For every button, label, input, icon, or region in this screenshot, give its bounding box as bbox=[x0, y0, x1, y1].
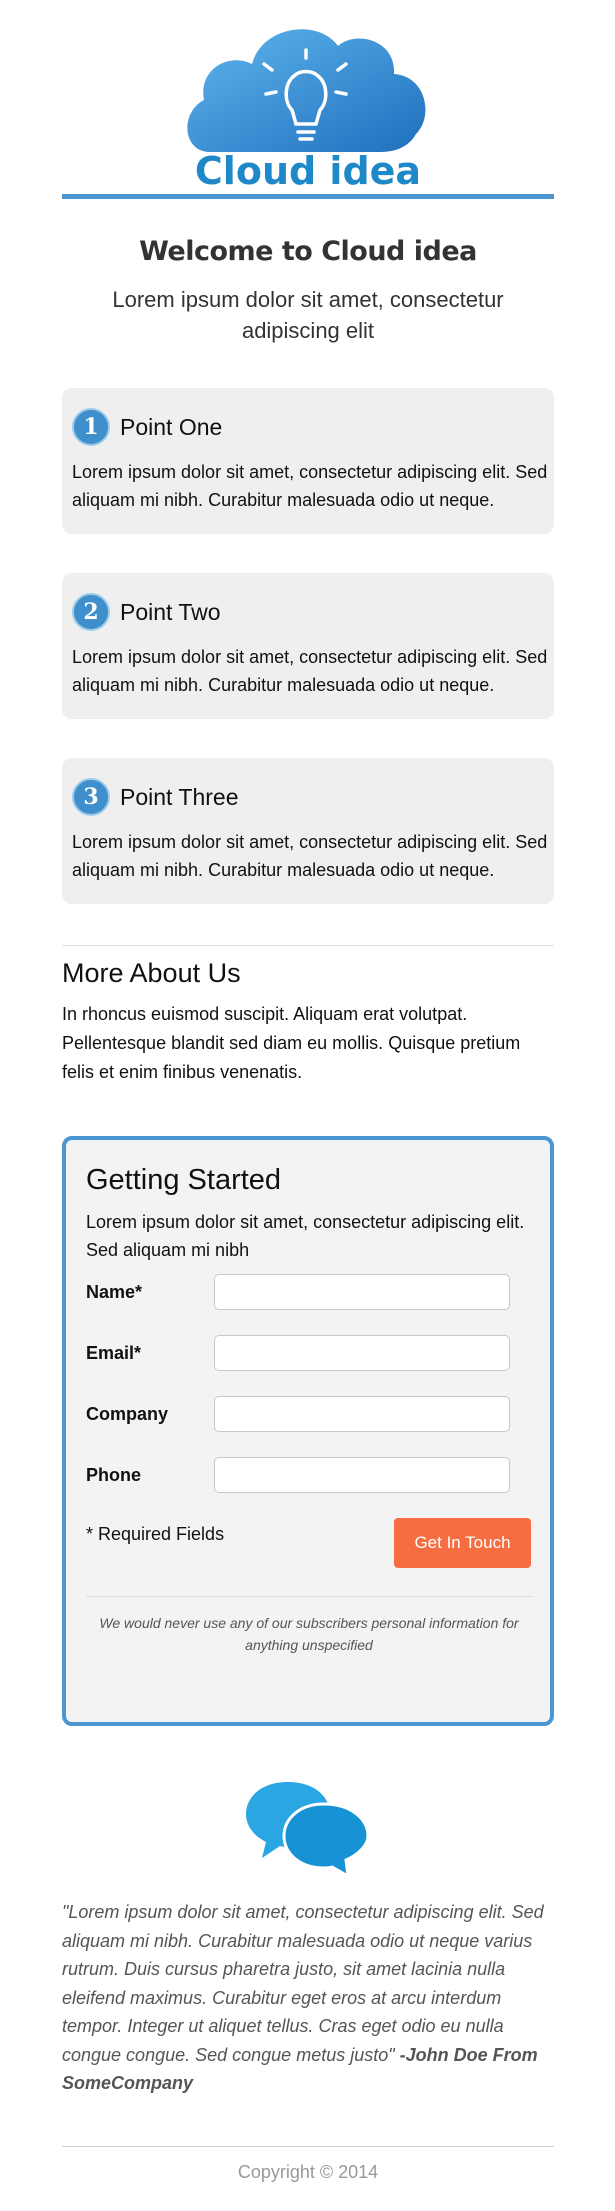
form-title: Getting Started bbox=[86, 1164, 282, 1196]
testimonial-quote: "Lorem ipsum dolor sit amet, consectetur… bbox=[62, 1898, 554, 2098]
about-body: In rhoncus euismod suscipit. Aliquam era… bbox=[62, 1004, 521, 1082]
page: Cloud idea Welcome to Cloud idea Lorem i… bbox=[0, 0, 615, 2211]
footer-divider bbox=[62, 2146, 554, 2147]
email-field[interactable] bbox=[214, 1335, 510, 1371]
chat-bubbles-icon bbox=[246, 1782, 370, 1876]
section-divider bbox=[62, 945, 554, 946]
name-label: Name* bbox=[86, 1282, 143, 1302]
point-card-three: 3 Point Three Lorem ipsum dolor sit amet… bbox=[62, 758, 554, 904]
number-three-icon: 3 bbox=[72, 778, 110, 816]
phone-label: Phone bbox=[86, 1465, 142, 1485]
header-divider bbox=[62, 194, 554, 199]
form-description: Lorem ipsum dolor sit amet, consectetur … bbox=[86, 1212, 525, 1260]
quote-text: "Lorem ipsum dolor sit amet, consectetur… bbox=[62, 1902, 544, 2065]
get-in-touch-button[interactable]: Get In Touch bbox=[394, 1518, 531, 1568]
point-title: Point Two bbox=[120, 599, 221, 625]
company-label: Company bbox=[86, 1404, 169, 1424]
number-one-icon: 1 bbox=[72, 408, 110, 446]
point-body: Lorem ipsum dolor sit amet, consectetur … bbox=[72, 647, 548, 695]
page-title: Welcome to Cloud idea bbox=[139, 236, 477, 267]
number-two-icon: 2 bbox=[72, 593, 110, 631]
point-body: Lorem ipsum dolor sit amet, consectetur … bbox=[72, 462, 548, 510]
cloud-idea-logo: Cloud idea bbox=[187, 29, 426, 188]
point-card-two: 2 Point Two Lorem ipsum dolor sit amet, … bbox=[62, 573, 554, 719]
logo-text: Cloud idea bbox=[195, 149, 421, 188]
phone-field[interactable] bbox=[214, 1457, 510, 1493]
site-header: Cloud idea bbox=[62, 0, 554, 192]
about-title: More About Us bbox=[62, 958, 241, 988]
name-field[interactable] bbox=[214, 1274, 510, 1310]
point-body: Lorem ipsum dolor sit amet, consectetur … bbox=[72, 832, 548, 880]
company-field[interactable] bbox=[214, 1396, 510, 1432]
form-divider bbox=[86, 1596, 532, 1597]
getting-started-form: Getting Started Lorem ipsum dolor sit am… bbox=[62, 1136, 554, 1726]
copyright-text: Copyright © 2014 bbox=[237, 2162, 379, 2182]
privacy-note: We would never use any of our subscriber… bbox=[99, 1615, 519, 1653]
point-card-one: 1 Point One Lorem ipsum dolor sit amet, … bbox=[62, 388, 554, 534]
point-title: Point One bbox=[120, 414, 223, 440]
page-subtitle: Lorem ipsum dolor sit amet, consectetur … bbox=[112, 287, 504, 343]
email-label: Email* bbox=[86, 1343, 142, 1363]
cloud-lightbulb-icon bbox=[187, 29, 426, 153]
point-title: Point Three bbox=[120, 784, 239, 810]
required-fields-note: * Required Fields bbox=[86, 1524, 225, 1544]
